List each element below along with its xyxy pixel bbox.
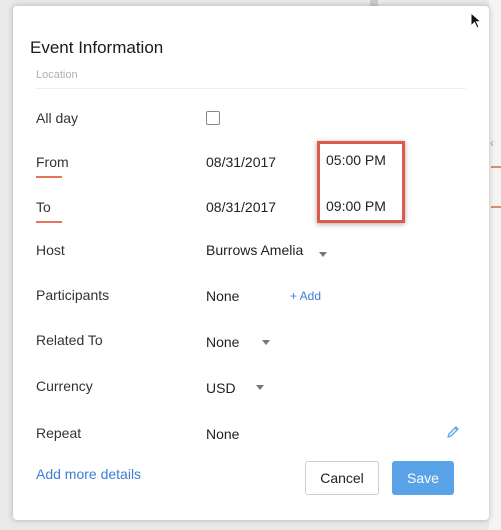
add-participant-link[interactable]: + Add — [290, 289, 321, 303]
related-to-label: Related To — [36, 332, 103, 348]
host-label: Host — [36, 242, 65, 258]
background-mark-line — [491, 206, 501, 208]
host-caret-down-icon[interactable] — [319, 252, 327, 257]
to-date[interactable]: 08/31/2017 — [206, 199, 276, 215]
location-field[interactable]: Location — [36, 69, 78, 81]
pencil-icon[interactable] — [446, 425, 460, 439]
add-more-details-link[interactable]: Add more details — [36, 466, 141, 482]
from-label: From — [36, 154, 69, 170]
related-to-select[interactable]: None — [206, 334, 239, 350]
currency-caret-down-icon[interactable] — [256, 385, 264, 390]
background-mark-line — [491, 166, 501, 168]
background-page — [489, 0, 501, 530]
required-underline — [36, 176, 62, 178]
all-day-checkbox[interactable] — [206, 111, 220, 125]
repeat-label: Repeat — [36, 425, 82, 441]
mouse-pointer-icon — [470, 12, 483, 29]
currency-label: Currency — [36, 378, 93, 394]
cancel-button[interactable]: Cancel — [305, 461, 379, 495]
currency-select[interactable]: USD — [206, 380, 236, 396]
from-date[interactable]: 08/31/2017 — [206, 154, 276, 170]
dialog-title: Event Information — [30, 38, 164, 57]
from-time[interactable]: 05:00 PM — [326, 152, 386, 168]
host-select[interactable]: Burrows Amelia — [206, 242, 303, 258]
save-button[interactable]: Save — [392, 461, 454, 495]
repeat-value[interactable]: None — [206, 426, 239, 442]
location-divider — [36, 88, 466, 89]
to-label: To — [36, 199, 51, 215]
event-information-dialog: Event Information Location All day From … — [13, 6, 489, 520]
background-mark: ‹ — [490, 136, 494, 150]
all-day-label: All day — [36, 110, 79, 126]
related-to-caret-down-icon[interactable] — [262, 340, 270, 345]
required-underline — [36, 221, 62, 223]
participants-value: None — [206, 288, 240, 304]
to-time[interactable]: 09:00 PM — [326, 198, 386, 214]
participants-label: Participants — [36, 287, 110, 303]
